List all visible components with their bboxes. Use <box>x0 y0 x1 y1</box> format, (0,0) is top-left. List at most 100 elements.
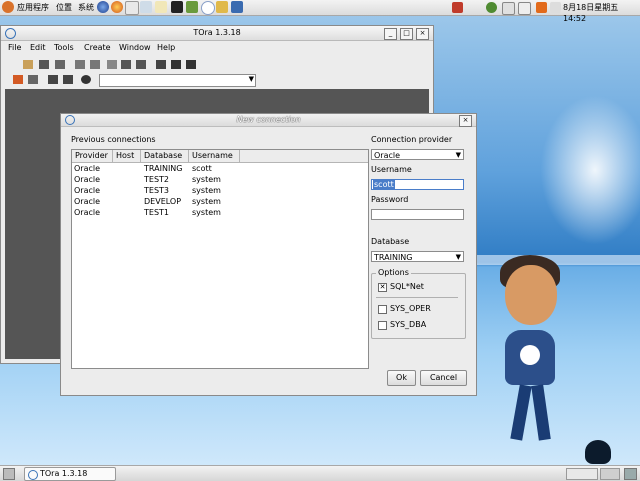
sys-dba-label: SYS_DBA <box>390 320 427 329</box>
maximize-button[interactable]: □ <box>400 28 413 40</box>
cell-username: system <box>192 186 221 195</box>
tora-title-bar[interactable]: TOra 1.3.18 _ □ × <box>1 26 433 41</box>
top-panel: 应用程序 位置 系统 8月18日星期五 14:52 <box>0 0 640 23</box>
trash-icon[interactable] <box>624 468 637 480</box>
help-icon[interactable] <box>201 1 215 15</box>
open-icon[interactable] <box>23 60 33 69</box>
username-field[interactable]: scott <box>371 179 464 190</box>
cell-database: TEST3 <box>144 186 169 195</box>
previous-connections-list[interactable]: Provider Host Database Username Oracle T… <box>71 149 369 369</box>
taskbar-item-tora[interactable]: TOra 1.3.18 <box>24 467 116 481</box>
cell-username: system <box>192 208 221 217</box>
database-value: TRAINING <box>374 253 413 262</box>
firefox-icon[interactable] <box>111 1 123 13</box>
redo-icon[interactable] <box>90 60 100 69</box>
copy-icon[interactable] <box>121 60 131 69</box>
menu-create[interactable]: Create <box>84 43 111 52</box>
sqlnet-label: SQL*Net <box>390 282 424 291</box>
dialog-title: New connection <box>236 115 301 124</box>
dialog-title-bar[interactable]: New connection × <box>61 114 476 127</box>
workspace-switcher[interactable] <box>566 468 598 480</box>
chevron-down-icon: ▼ <box>455 253 461 261</box>
menu-window[interactable]: Window <box>119 43 151 52</box>
menu-help[interactable]: Help <box>157 43 175 52</box>
input-method-icon[interactable] <box>536 2 547 13</box>
search-icon[interactable] <box>156 60 166 69</box>
paste-icon[interactable] <box>136 60 146 69</box>
table-row[interactable]: Oracle TRAINING scott <box>72 163 368 174</box>
connection-provider-value: Oracle <box>374 151 401 160</box>
table-row[interactable]: Oracle TEST1 system <box>72 207 368 218</box>
menu-tools[interactable]: Tools <box>54 43 74 52</box>
cell-provider: Oracle <box>74 208 101 217</box>
options-label: Options <box>376 268 411 277</box>
workspace-switcher-2[interactable] <box>600 468 620 480</box>
sys-oper-checkbox[interactable] <box>378 305 387 314</box>
execute-icon[interactable] <box>186 60 196 69</box>
cancel-button[interactable]: Cancel <box>420 370 467 386</box>
window-title: TOra 1.3.18 <box>193 28 241 37</box>
mail-icon[interactable] <box>125 1 139 15</box>
password-field[interactable] <box>371 209 464 220</box>
close-button[interactable]: × <box>416 28 429 40</box>
cell-username: scott <box>192 164 212 173</box>
stop-icon[interactable] <box>171 60 181 69</box>
screenshot-icon[interactable] <box>231 1 243 13</box>
table-row[interactable]: Oracle DEVELOP system <box>72 196 368 207</box>
ok-button[interactable]: Ok <box>387 370 416 386</box>
clock[interactable]: 8月18日星期五 14:52 <box>563 2 640 24</box>
wallpaper-cat <box>585 440 611 464</box>
menu-edit[interactable]: Edit <box>30 43 46 52</box>
menu-applications[interactable]: 应用程序 <box>17 2 49 13</box>
book-icon[interactable] <box>186 1 198 13</box>
cell-provider: Oracle <box>74 175 101 184</box>
show-desktop-icon[interactable] <box>3 468 15 480</box>
new-connection-dialog: New connection × Previous connections Pr… <box>60 113 477 396</box>
disconnect-icon[interactable] <box>28 75 38 84</box>
volume-icon[interactable] <box>550 2 561 13</box>
connection-provider-select[interactable]: Oracle ▼ <box>371 149 464 160</box>
minimize-button[interactable]: _ <box>384 28 397 40</box>
column-host[interactable]: Host <box>113 150 141 162</box>
database-select[interactable]: TRAINING ▼ <box>371 251 464 262</box>
menu-system[interactable]: 系统 <box>78 2 94 13</box>
column-username[interactable]: Username <box>189 150 240 162</box>
cut-icon[interactable] <box>107 60 117 69</box>
network-tray-icon[interactable] <box>502 2 515 15</box>
menu-places[interactable]: 位置 <box>56 2 72 13</box>
cell-provider: Oracle <box>74 186 101 195</box>
distro-logo-icon[interactable] <box>2 1 14 13</box>
dialog-close-button[interactable]: × <box>459 115 472 127</box>
app-icon <box>28 470 38 480</box>
wallpaper-glow <box>540 95 640 245</box>
sys-dba-checkbox[interactable] <box>378 321 387 330</box>
network-icon[interactable] <box>140 1 152 13</box>
wallpaper-gnome-logo <box>520 345 540 365</box>
save-icon[interactable] <box>39 60 49 69</box>
connect-icon[interactable] <box>13 75 23 84</box>
column-database[interactable]: Database <box>141 150 189 162</box>
logout-icon[interactable] <box>452 2 463 13</box>
terminal-icon[interactable] <box>171 1 183 13</box>
wallpaper-character-head <box>505 265 557 325</box>
table-row[interactable]: Oracle TEST3 system <box>72 185 368 196</box>
cell-database: DEVELOP <box>144 197 182 206</box>
print-icon[interactable] <box>55 60 65 69</box>
options-group: Options ✕ SQL*Net SYS_OPER SYS_DBA <box>371 268 466 339</box>
list-header: Provider Host Database Username <box>72 150 368 163</box>
menu-file[interactable]: File <box>8 43 21 52</box>
battery-icon[interactable] <box>518 2 531 15</box>
table-row[interactable]: Oracle TEST2 system <box>72 174 368 185</box>
connection-selector[interactable]: ▼ <box>99 74 256 87</box>
cell-username: system <box>192 197 221 206</box>
photo-icon[interactable] <box>216 1 228 13</box>
globe-icon[interactable] <box>97 1 109 13</box>
column-provider[interactable]: Provider <box>72 150 113 162</box>
sqlnet-checkbox[interactable]: ✕ <box>378 283 387 292</box>
rollback-icon[interactable] <box>63 75 73 84</box>
commit-icon[interactable] <box>48 75 58 84</box>
update-icon[interactable] <box>486 2 497 13</box>
record-icon[interactable] <box>81 75 91 84</box>
undo-icon[interactable] <box>75 60 85 69</box>
text-editor-icon[interactable] <box>155 1 167 13</box>
